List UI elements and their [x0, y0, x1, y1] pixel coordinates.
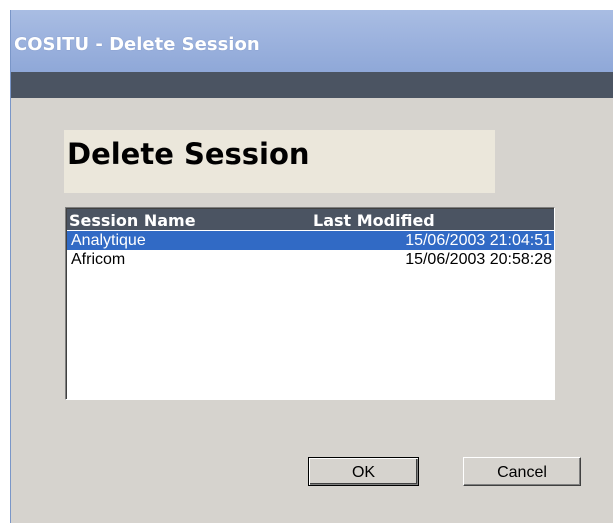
dialog-heading: Delete Session	[67, 137, 310, 171]
title-bar[interactable]: COSITU - Delete Session	[11, 10, 613, 72]
window-title: COSITU - Delete Session	[14, 34, 260, 55]
toolbar-strip	[11, 72, 613, 98]
ok-button[interactable]: OK	[308, 457, 419, 486]
list-item[interactable]: Africom 15/06/2003 20:58:28	[67, 250, 554, 269]
session-name-cell: Analytique	[71, 232, 146, 249]
column-header-last-modified[interactable]: Last Modified	[313, 211, 435, 230]
delete-session-window: COSITU - Delete Session Delete Session S…	[10, 10, 613, 523]
heading-panel: Delete Session	[64, 130, 495, 193]
list-header: Session Name Last Modified	[67, 209, 554, 230]
column-header-session-name[interactable]: Session Name	[69, 211, 196, 230]
last-modified-cell: 15/06/2003 20:58:28	[405, 251, 552, 268]
session-name-cell: Africom	[71, 251, 126, 268]
last-modified-cell: 15/06/2003 21:04:51	[405, 232, 552, 249]
cancel-button[interactable]: Cancel	[463, 457, 581, 486]
list-item[interactable]: Analytique 15/06/2003 21:04:51	[67, 231, 554, 250]
sessions-list[interactable]: Session Name Last Modified Analytique 15…	[65, 207, 555, 400]
